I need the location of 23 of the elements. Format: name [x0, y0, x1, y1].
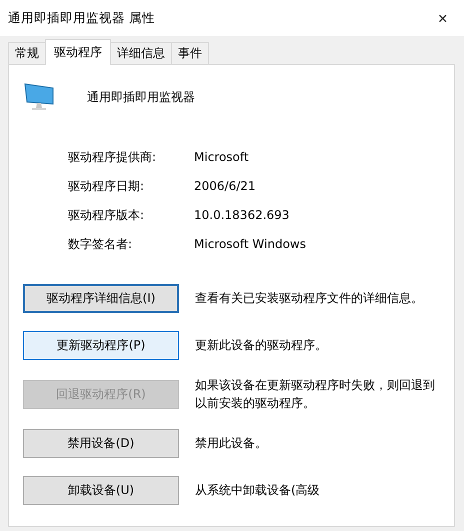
window-title: 通用即插即用监视器 属性	[8, 10, 155, 26]
property-label: 驱动程序版本:	[68, 207, 146, 223]
close-button[interactable]: ✕	[434, 10, 452, 26]
device-name: 通用即插即用监视器	[87, 88, 195, 106]
tab[interactable]: 驱动程序	[45, 39, 111, 65]
property-label: 驱动程序提供商:	[68, 149, 158, 165]
action-description: 查看有关已安装驱动程序文件的详细信息。	[195, 290, 424, 307]
tab[interactable]: 常规	[8, 42, 46, 64]
property-value: Microsoft	[194, 149, 250, 165]
action-button[interactable]: 卸载设备(U)	[23, 476, 179, 504]
action-button[interactable]: 禁用设备(D)	[23, 428, 179, 458]
tab[interactable]: 事件	[171, 42, 209, 64]
property-label: 数字签名者:	[68, 236, 134, 252]
action-description: 禁用此设备。	[195, 435, 268, 452]
action-button[interactable]: 更新驱动程序(P)	[23, 330, 179, 360]
property-label: 驱动程序日期:	[68, 178, 146, 194]
action-description: 从系统中卸载设备(高级	[195, 482, 321, 499]
action-description: 如果该设备在更新驱动程序时失败，则回退到以前安装的驱动程序。	[195, 377, 436, 412]
property-value: Microsoft Windows	[194, 236, 307, 252]
action-button[interactable]: 驱动程序详细信息(I)	[23, 284, 179, 312]
property-value: 10.0.18362.693	[194, 207, 290, 223]
action-description: 更新此设备的驱动程序。	[195, 337, 328, 354]
property-value: 2006/6/21	[194, 178, 257, 194]
